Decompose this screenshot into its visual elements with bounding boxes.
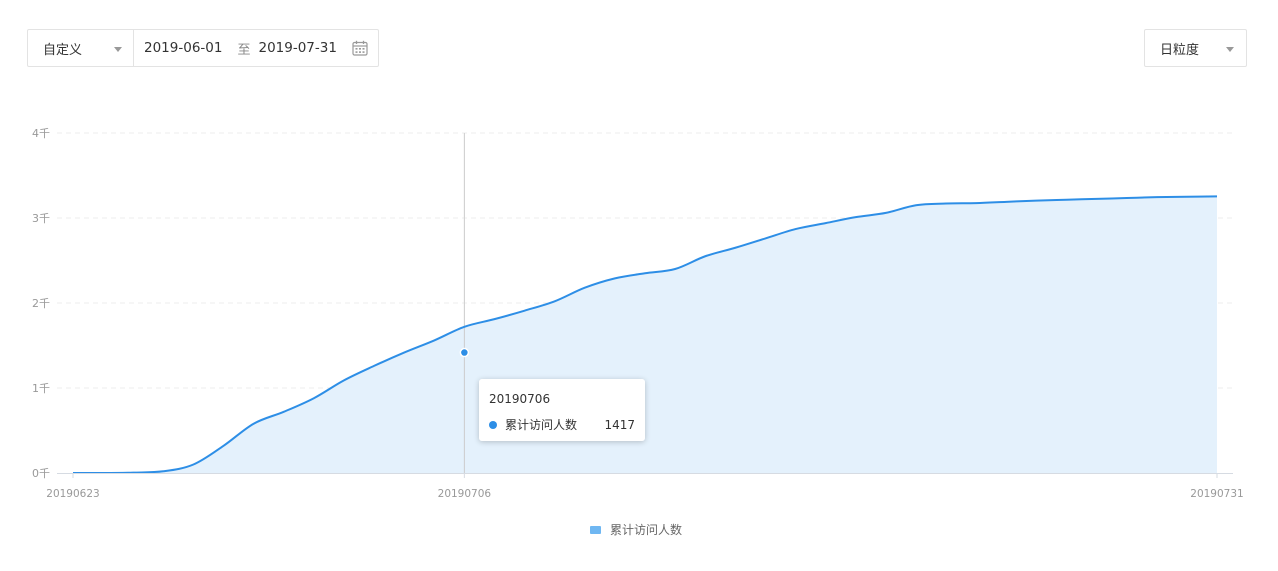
chart-legend[interactable]: 累计访问人数	[590, 521, 682, 538]
series-area	[73, 196, 1217, 474]
x-tick-label: 20190731	[1190, 488, 1243, 500]
chart-tooltip: 20190706 累计访问人数 1417	[479, 379, 645, 441]
legend-label: 累计访问人数	[610, 523, 683, 537]
y-tick-label: 2千	[32, 297, 50, 310]
tooltip-series-name: 累计访问人数	[505, 418, 578, 432]
tooltip-series-dot	[489, 420, 497, 429]
y-tick-label: 1千	[32, 382, 50, 395]
tooltip-title: 20190706	[489, 392, 551, 406]
chart-area: 0千 1千 2千 3千 4千 20190623 20190706 20190731	[32, 127, 1244, 500]
tooltip-value: 1417	[604, 417, 635, 432]
y-axis-ticks: 0千 1千 2千 3千 4千	[32, 127, 50, 480]
y-tick-label: 0千	[32, 467, 50, 480]
legend-swatch	[590, 525, 601, 534]
y-tick-label: 4千	[32, 127, 50, 140]
tooltip-row: 累计访问人数 1417	[489, 416, 635, 433]
x-tick-label: 20190706	[438, 488, 492, 500]
x-axis-ticks: 20190623 20190706 20190731	[46, 473, 1244, 500]
x-tick-label: 20190623	[46, 488, 99, 500]
y-tick-label: 3千	[32, 212, 50, 225]
highlight-point[interactable]	[459, 347, 470, 358]
